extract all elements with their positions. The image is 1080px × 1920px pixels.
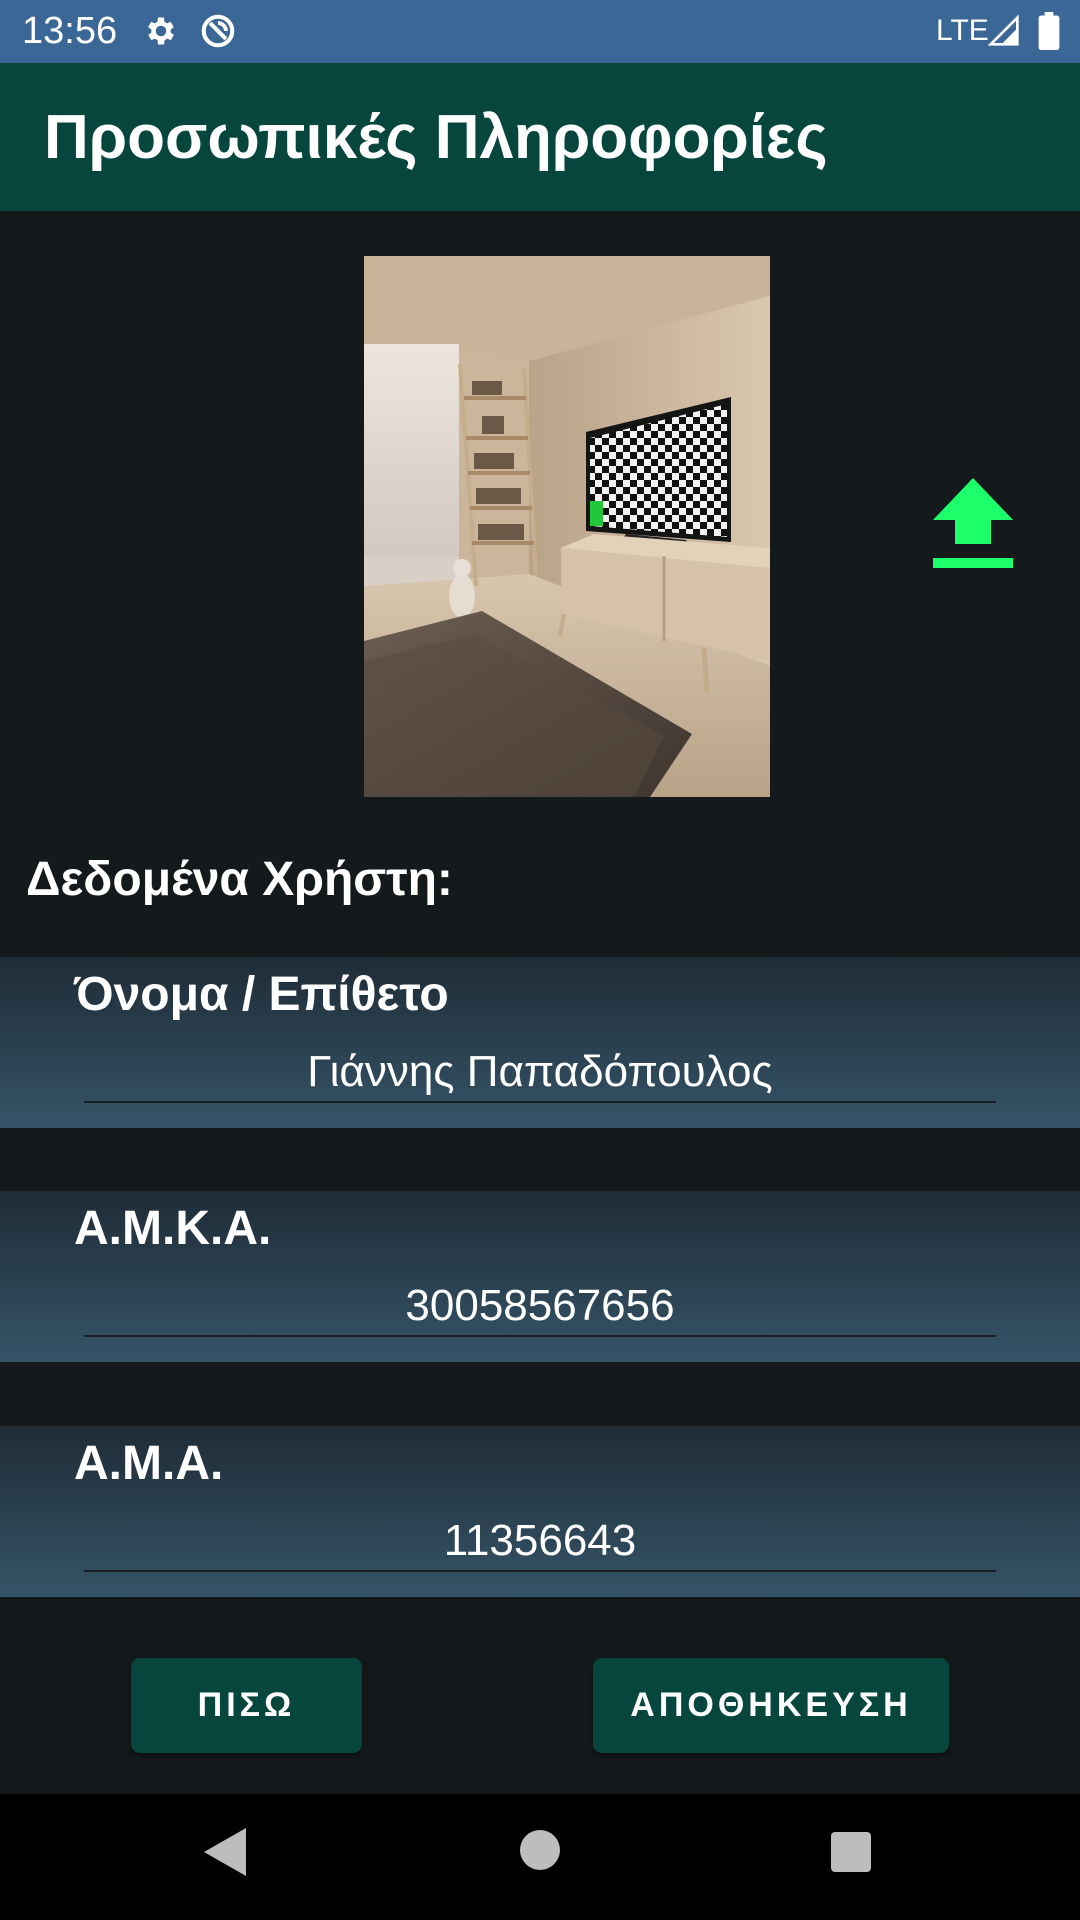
status-bar: 13:56 LTE <box>0 0 1080 63</box>
signal-icon <box>988 14 1019 46</box>
amka-field-card: Α.Μ.Κ.Α. <box>0 1191 1080 1362</box>
amka-label: Α.Μ.Κ.Α. <box>74 1202 272 1255</box>
profile-photo[interactable] <box>364 256 770 797</box>
section-title: Δεδομένα Χρήστη: <box>26 853 453 906</box>
name-label: Όνομα / Επίθετο <box>74 968 449 1021</box>
page-title: Προσωπικές Πληροφορίες <box>44 103 828 172</box>
back-button[interactable]: ΠΙΣΩ <box>131 1658 362 1753</box>
upload-icon[interactable] <box>933 478 1013 570</box>
name-input[interactable] <box>84 1043 996 1103</box>
screen: 13:56 LTE Προσωπικές Πληροφορίες Δεδομέν… <box>0 0 1080 1920</box>
ama-input[interactable] <box>84 1512 996 1572</box>
name-field-card: Όνομα / Επίθετο <box>0 957 1080 1128</box>
room-photo <box>364 256 770 797</box>
save-button[interactable]: ΑΠΟΘΗΚΕΥΣΗ <box>593 1658 949 1753</box>
sync-icon <box>201 14 235 48</box>
ama-field-card: Α.Μ.Α. <box>0 1426 1080 1597</box>
navigation-bar <box>0 1794 1080 1920</box>
back-icon[interactable] <box>204 1828 246 1876</box>
gear-icon <box>148 17 174 45</box>
status-time: 13:56 <box>22 10 118 52</box>
app-bar: Προσωπικές Πληροφορίες <box>0 63 1080 211</box>
home-icon[interactable] <box>520 1830 560 1870</box>
recents-icon[interactable] <box>831 1832 871 1872</box>
battery-icon <box>1038 12 1060 50</box>
amka-input[interactable] <box>84 1277 996 1337</box>
ama-label: Α.Μ.Α. <box>74 1437 224 1490</box>
network-type: LTE <box>936 14 989 47</box>
